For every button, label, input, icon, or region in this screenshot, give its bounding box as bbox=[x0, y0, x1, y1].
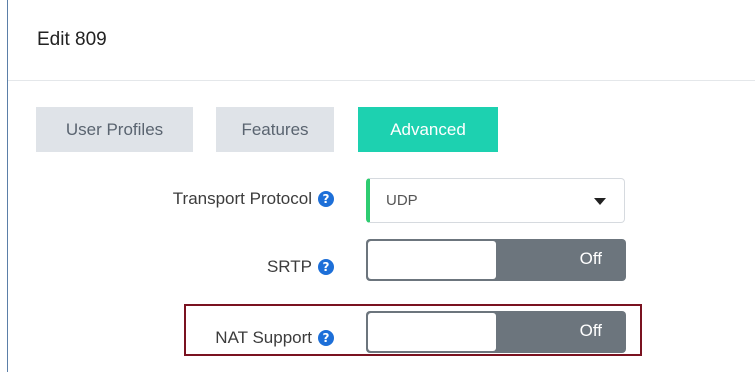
nat-support-highlight-box bbox=[184, 304, 642, 356]
transport-protocol-label: Transport Protocol bbox=[172, 189, 312, 208]
dialog-header: Edit 809 bbox=[8, 0, 755, 81]
tab-features[interactable]: Features bbox=[216, 107, 334, 152]
tab-advanced[interactable]: Advanced bbox=[358, 107, 498, 152]
toggle-knob bbox=[368, 241, 496, 279]
question-circle-icon[interactable]: ? bbox=[318, 191, 334, 207]
transport-protocol-select[interactable]: UDP bbox=[366, 178, 625, 223]
transport-protocol-label-row: Transport Protocol ? bbox=[173, 189, 334, 209]
transport-protocol-value: UDP bbox=[386, 192, 418, 209]
question-circle-icon[interactable]: ? bbox=[318, 259, 334, 275]
srtp-toggle-state: Off bbox=[579, 249, 602, 268]
edit-dialog: Edit 809 User Profiles Features Advanced… bbox=[7, 0, 755, 372]
srtp-toggle[interactable]: Off bbox=[366, 239, 626, 281]
dialog-title: Edit 809 bbox=[37, 29, 107, 50]
srtp-label-row: SRTP ? bbox=[267, 257, 334, 277]
tab-user-profiles[interactable]: User Profiles bbox=[36, 107, 193, 152]
srtp-label: SRTP bbox=[266, 257, 312, 276]
caret-down-icon bbox=[594, 198, 606, 205]
